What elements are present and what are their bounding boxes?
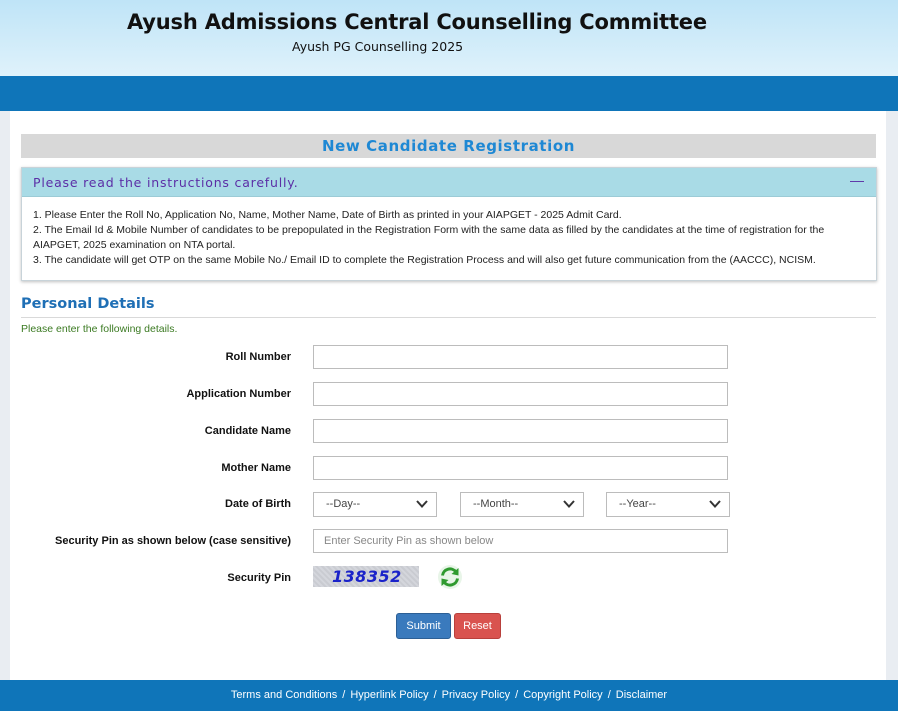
- site-header: Ayush Admissions Central Counselling Com…: [0, 0, 898, 76]
- instruction-item: 1. Please Enter the Roll No, Application…: [33, 209, 622, 221]
- year-select[interactable]: --Year--: [606, 492, 730, 517]
- instructions-body: 1. Please Enter the Roll No, Application…: [22, 197, 876, 268]
- date-of-birth-label: Date of Birth: [225, 498, 291, 510]
- footer-separator: /: [515, 689, 519, 701]
- day-select-value: --Day--: [326, 498, 361, 510]
- instructions-panel: Please read the instructions carefully. …: [21, 167, 877, 281]
- application-number-label: Application Number: [186, 388, 291, 400]
- refresh-icon[interactable]: [437, 564, 463, 590]
- security-pin-row: Security Pin 138352: [10, 564, 886, 592]
- footer-link-privacy-policy[interactable]: Privacy Policy: [442, 689, 510, 701]
- footer-link-disclaimer[interactable]: Disclaimer: [616, 689, 667, 701]
- instruction-item: 2. The Email Id & Mobile Number of candi…: [33, 224, 825, 251]
- mother-name-label: Mother Name: [221, 462, 291, 474]
- security-pin-label: Security Pin: [227, 572, 291, 584]
- day-select[interactable]: --Day--: [313, 492, 437, 517]
- personal-details-title: Personal Details: [21, 296, 155, 312]
- page-title: New Candidate Registration: [21, 134, 876, 158]
- chevron-down-icon: [709, 500, 721, 508]
- footer-link-terms[interactable]: Terms and Conditions: [231, 689, 337, 701]
- footer-separator: /: [433, 689, 437, 701]
- chevron-down-icon: [563, 500, 575, 508]
- mother-name-row: Mother Name: [10, 456, 886, 482]
- roll-number-row: Roll Number: [10, 345, 886, 371]
- site-footer: Terms and Conditions / Hyperlink Policy / Pr…: [0, 680, 898, 711]
- candidate-name-label: Candidate Name: [204, 425, 291, 437]
- roll-number-input[interactable]: [313, 345, 728, 369]
- site-subtitle: Ayush PG Counselling 2025: [292, 39, 464, 54]
- nav-bar: [0, 76, 898, 111]
- divider: [21, 317, 876, 318]
- submit-button[interactable]: Submit: [396, 613, 451, 639]
- year-select-value: --Year--: [619, 498, 656, 510]
- candidate-name-input[interactable]: [313, 419, 728, 443]
- instruction-item: 3. The candidate will get OTP on the sam…: [33, 254, 816, 266]
- footer-link-copyright-policy[interactable]: Copyright Policy: [523, 689, 602, 701]
- mother-name-input[interactable]: [313, 456, 728, 480]
- footer-separator: /: [342, 689, 346, 701]
- candidate-name-row: Candidate Name: [10, 419, 886, 445]
- instructions-header[interactable]: Please read the instructions carefully. …: [22, 168, 876, 197]
- footer-separator: /: [607, 689, 611, 701]
- footer-link-hyperlink-policy[interactable]: Hyperlink Policy: [350, 689, 428, 701]
- month-select[interactable]: --Month--: [460, 492, 584, 517]
- month-select-value: --Month--: [473, 498, 519, 510]
- application-number-input[interactable]: [313, 382, 728, 406]
- chevron-down-icon: [416, 500, 428, 508]
- main-content: New Candidate Registration Please read t…: [10, 111, 886, 680]
- application-number-row: Application Number: [10, 382, 886, 408]
- instructions-title: Please read the instructions carefully.: [33, 175, 299, 190]
- date-of-birth-row: Date of Birth --Day-- --Month-- --Year--: [10, 492, 886, 518]
- roll-number-label: Roll Number: [225, 351, 291, 363]
- security-pin-input[interactable]: [313, 529, 728, 553]
- site-title: Ayush Admissions Central Counselling Com…: [127, 10, 707, 34]
- security-pin-input-label: Security Pin as shown below (case sensit…: [55, 535, 291, 547]
- minus-icon[interactable]: —: [850, 172, 864, 188]
- reset-button[interactable]: Reset: [454, 613, 501, 639]
- form-note: Please enter the following details.: [21, 323, 178, 335]
- captcha-image: 138352: [313, 566, 419, 587]
- security-pin-input-row: Security Pin as shown below (case sensit…: [10, 529, 886, 555]
